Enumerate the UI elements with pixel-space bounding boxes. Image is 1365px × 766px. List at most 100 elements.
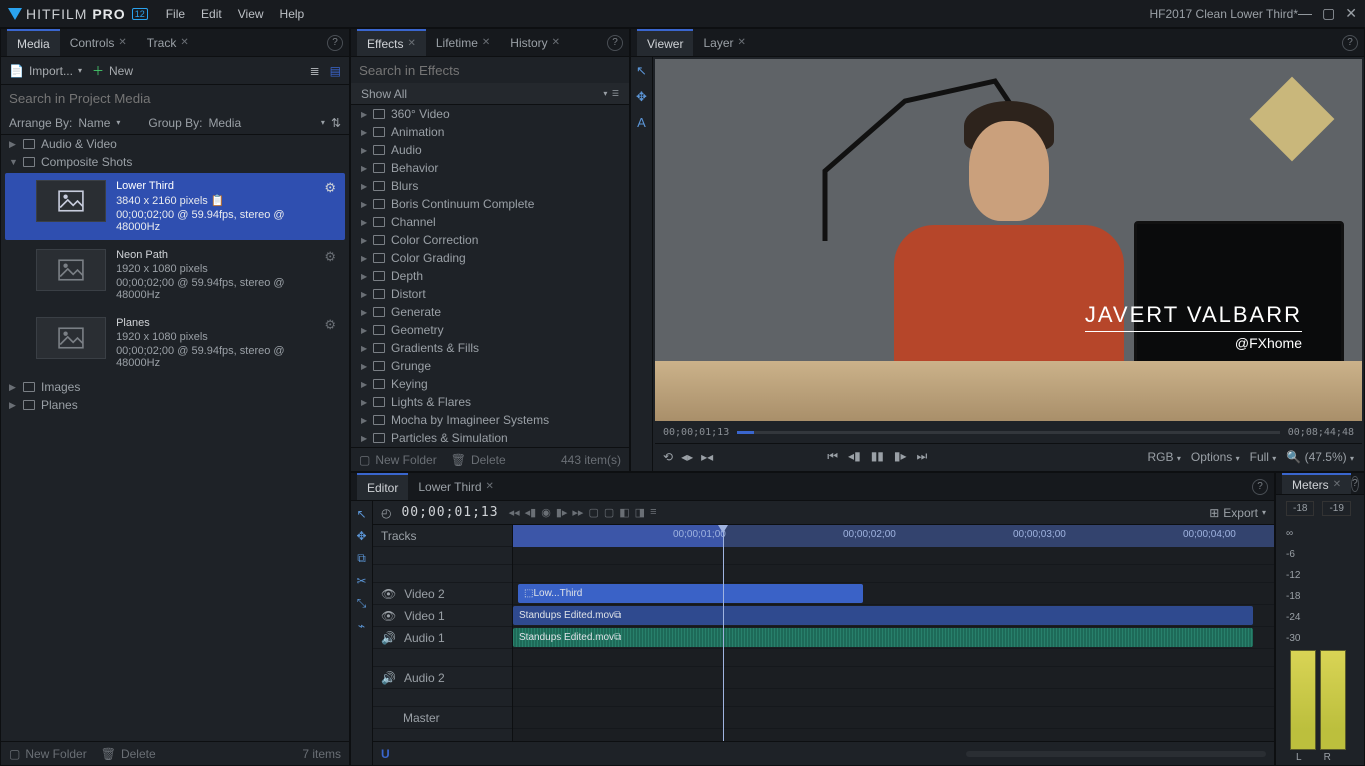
import-button[interactable]: 📄 Import... ▾ <box>9 64 82 78</box>
help-icon[interactable]: ? <box>1252 479 1268 495</box>
media-item-lower-third[interactable]: Lower Third 3840 x 2160 pixels 📋 00;00;0… <box>5 173 345 240</box>
speaker-icon[interactable]: 🔊 <box>381 671 396 685</box>
gear-icon[interactable]: ⚙ <box>324 317 336 369</box>
effect-category[interactable]: ▶Generate <box>351 303 629 321</box>
effect-category[interactable]: ▶Color Correction <box>351 231 629 249</box>
tab-track[interactable]: Track✕ <box>137 29 199 56</box>
menu-view[interactable]: View <box>238 7 264 21</box>
track-header-video1[interactable]: 👁Video 1 <box>373 605 512 627</box>
rate-icon[interactable]: ⤡ <box>357 596 367 611</box>
menu-help[interactable]: Help <box>280 7 305 21</box>
media-search-input[interactable] <box>1 85 349 111</box>
effect-category[interactable]: ▶Particles & Simulation <box>351 429 629 447</box>
arrange-by-value[interactable]: Name <box>78 116 110 130</box>
effect-category[interactable]: ▶Gradients & Fills <box>351 339 629 357</box>
quality-dropdown[interactable]: Full ▾ <box>1250 450 1277 464</box>
clock-icon[interactable]: ◴ <box>381 506 391 520</box>
media-item-neon-path[interactable]: Neon Path 1920 x 1080 pixels 00;00;02;00… <box>5 242 345 308</box>
tl-icon[interactable]: ◂◂ <box>509 506 520 519</box>
step-fwd-icon[interactable]: ▮▸ <box>894 449 907 464</box>
razor-icon[interactable]: ✂ <box>356 574 366 588</box>
gear-icon[interactable]: ⚙ <box>324 249 336 301</box>
playhead[interactable] <box>723 525 724 741</box>
tl-icon[interactable]: ▢ <box>588 506 598 519</box>
link-icon[interactable]: ⧉ <box>357 551 366 566</box>
close-icon[interactable]: ✕ <box>552 37 560 48</box>
help-icon[interactable]: ? <box>327 35 343 51</box>
show-all-row[interactable]: Show All ▾ ☰ <box>351 83 629 105</box>
hand-icon[interactable]: ✥ <box>356 529 366 543</box>
tl-icon[interactable]: ▮▸ <box>556 506 568 519</box>
effect-category[interactable]: ▶Geometry <box>351 321 629 339</box>
clip-video2[interactable]: ⬚ Low...Third <box>518 584 863 603</box>
effect-category[interactable]: ▶Grunge <box>351 357 629 375</box>
close-icon[interactable]: ✕ <box>118 37 126 48</box>
tl-icon[interactable]: ◧ <box>619 506 629 519</box>
help-icon[interactable]: ? <box>1351 476 1359 492</box>
eye-icon[interactable]: 👁 <box>381 609 396 623</box>
tab-media[interactable]: Media <box>7 29 60 56</box>
gear-icon[interactable]: ⚙ <box>324 180 336 233</box>
tl-icon[interactable]: ◂▮ <box>525 506 537 519</box>
new-button[interactable]: ＋ New <box>92 62 133 79</box>
effect-category[interactable]: ▶Blurs <box>351 177 629 195</box>
tab-history[interactable]: History✕ <box>500 29 570 56</box>
track-area[interactable]: 00;00;01;00 00;00;02;00 00;00;03;00 00;0… <box>513 525 1274 741</box>
close-icon[interactable]: ✕ <box>407 38 415 49</box>
menu-file[interactable]: File <box>166 7 185 21</box>
minimize-icon[interactable]: — <box>1298 5 1312 22</box>
tl-icon[interactable]: ▸▸ <box>572 506 583 519</box>
effect-category[interactable]: ▶Behavior <box>351 159 629 177</box>
pointer-icon[interactable]: ↖ <box>636 63 647 79</box>
new-folder-button[interactable]: ▢ New Folder <box>359 453 437 467</box>
chevron-down-icon[interactable]: ▾ <box>116 118 120 127</box>
track-video2[interactable]: ⬚ Low...Third <box>513 583 1274 605</box>
timecode-display[interactable]: 00;00;01;13 <box>401 505 498 520</box>
effects-search-input[interactable] <box>351 57 629 83</box>
media-item-planes[interactable]: Planes 1920 x 1080 pixels 00;00;02;00 @ … <box>5 310 345 376</box>
track-header-audio1[interactable]: 🔊Audio 1 <box>373 627 512 649</box>
options-dropdown[interactable]: Options ▾ <box>1191 450 1240 464</box>
effect-category[interactable]: ▶Distort <box>351 285 629 303</box>
track-audio2[interactable] <box>513 667 1274 689</box>
menu-edit[interactable]: Edit <box>201 7 222 21</box>
text-icon[interactable]: A <box>637 115 646 130</box>
tab-effects[interactable]: Effects✕ <box>357 29 426 56</box>
tab-meters[interactable]: Meters✕ <box>1282 473 1351 494</box>
close-icon[interactable]: ✕ <box>1333 479 1341 490</box>
effect-category[interactable]: ▶Channel <box>351 213 629 231</box>
maximize-icon[interactable]: ▢ <box>1322 5 1335 22</box>
in-icon[interactable]: ◂▸ <box>681 450 693 464</box>
speaker-icon[interactable]: 🔊 <box>381 631 396 645</box>
view-list-icon[interactable]: ≣ <box>310 64 320 78</box>
help-icon[interactable]: ? <box>1342 35 1358 51</box>
rgb-dropdown[interactable]: RGB ▾ <box>1148 450 1181 464</box>
track-header-video2[interactable]: 👁Video 2 <box>373 583 512 605</box>
chevron-down-icon[interactable]: ▾ <box>321 118 325 127</box>
folder-audio-video[interactable]: ▶Audio & Video <box>1 135 349 153</box>
tab-layer[interactable]: Layer✕ <box>693 29 755 56</box>
snap-icon[interactable]: ⌁ <box>358 619 365 633</box>
tl-icon[interactable]: ▢ <box>604 506 614 519</box>
new-folder-button[interactable]: ▢ New Folder <box>9 747 87 761</box>
folder-planes[interactable]: ▶Planes <box>1 396 349 414</box>
viewport[interactable]: JAVERT VALBARR @FXhome 00;00;01;13 00;08… <box>655 59 1362 469</box>
snap-toggle-icon[interactable]: U <box>381 747 390 761</box>
delete-button[interactable]: 🗑 Delete <box>101 747 156 761</box>
effect-category[interactable]: ▶Animation <box>351 123 629 141</box>
progress-bar[interactable] <box>737 431 1280 434</box>
tab-lower-third[interactable]: Lower Third✕ <box>408 473 504 500</box>
view-grid-icon[interactable]: ▤ <box>330 64 341 78</box>
close-icon[interactable]: ✕ <box>482 37 490 48</box>
close-icon[interactable]: ✕ <box>180 37 188 48</box>
effect-category[interactable]: ▶Keying <box>351 375 629 393</box>
out-icon[interactable]: ▸◂ <box>701 450 713 464</box>
help-icon[interactable]: ? <box>607 35 623 51</box>
tab-lifetime[interactable]: Lifetime✕ <box>426 29 500 56</box>
track-header-master[interactable]: Master <box>373 707 512 729</box>
tl-icon[interactable]: ◨ <box>635 506 645 519</box>
folder-images[interactable]: ▶Images <box>1 378 349 396</box>
tab-viewer[interactable]: Viewer <box>637 29 693 56</box>
folder-composite-shots[interactable]: ▼Composite Shots <box>1 153 349 171</box>
effect-category[interactable]: ▶Mocha by Imagineer Systems <box>351 411 629 429</box>
